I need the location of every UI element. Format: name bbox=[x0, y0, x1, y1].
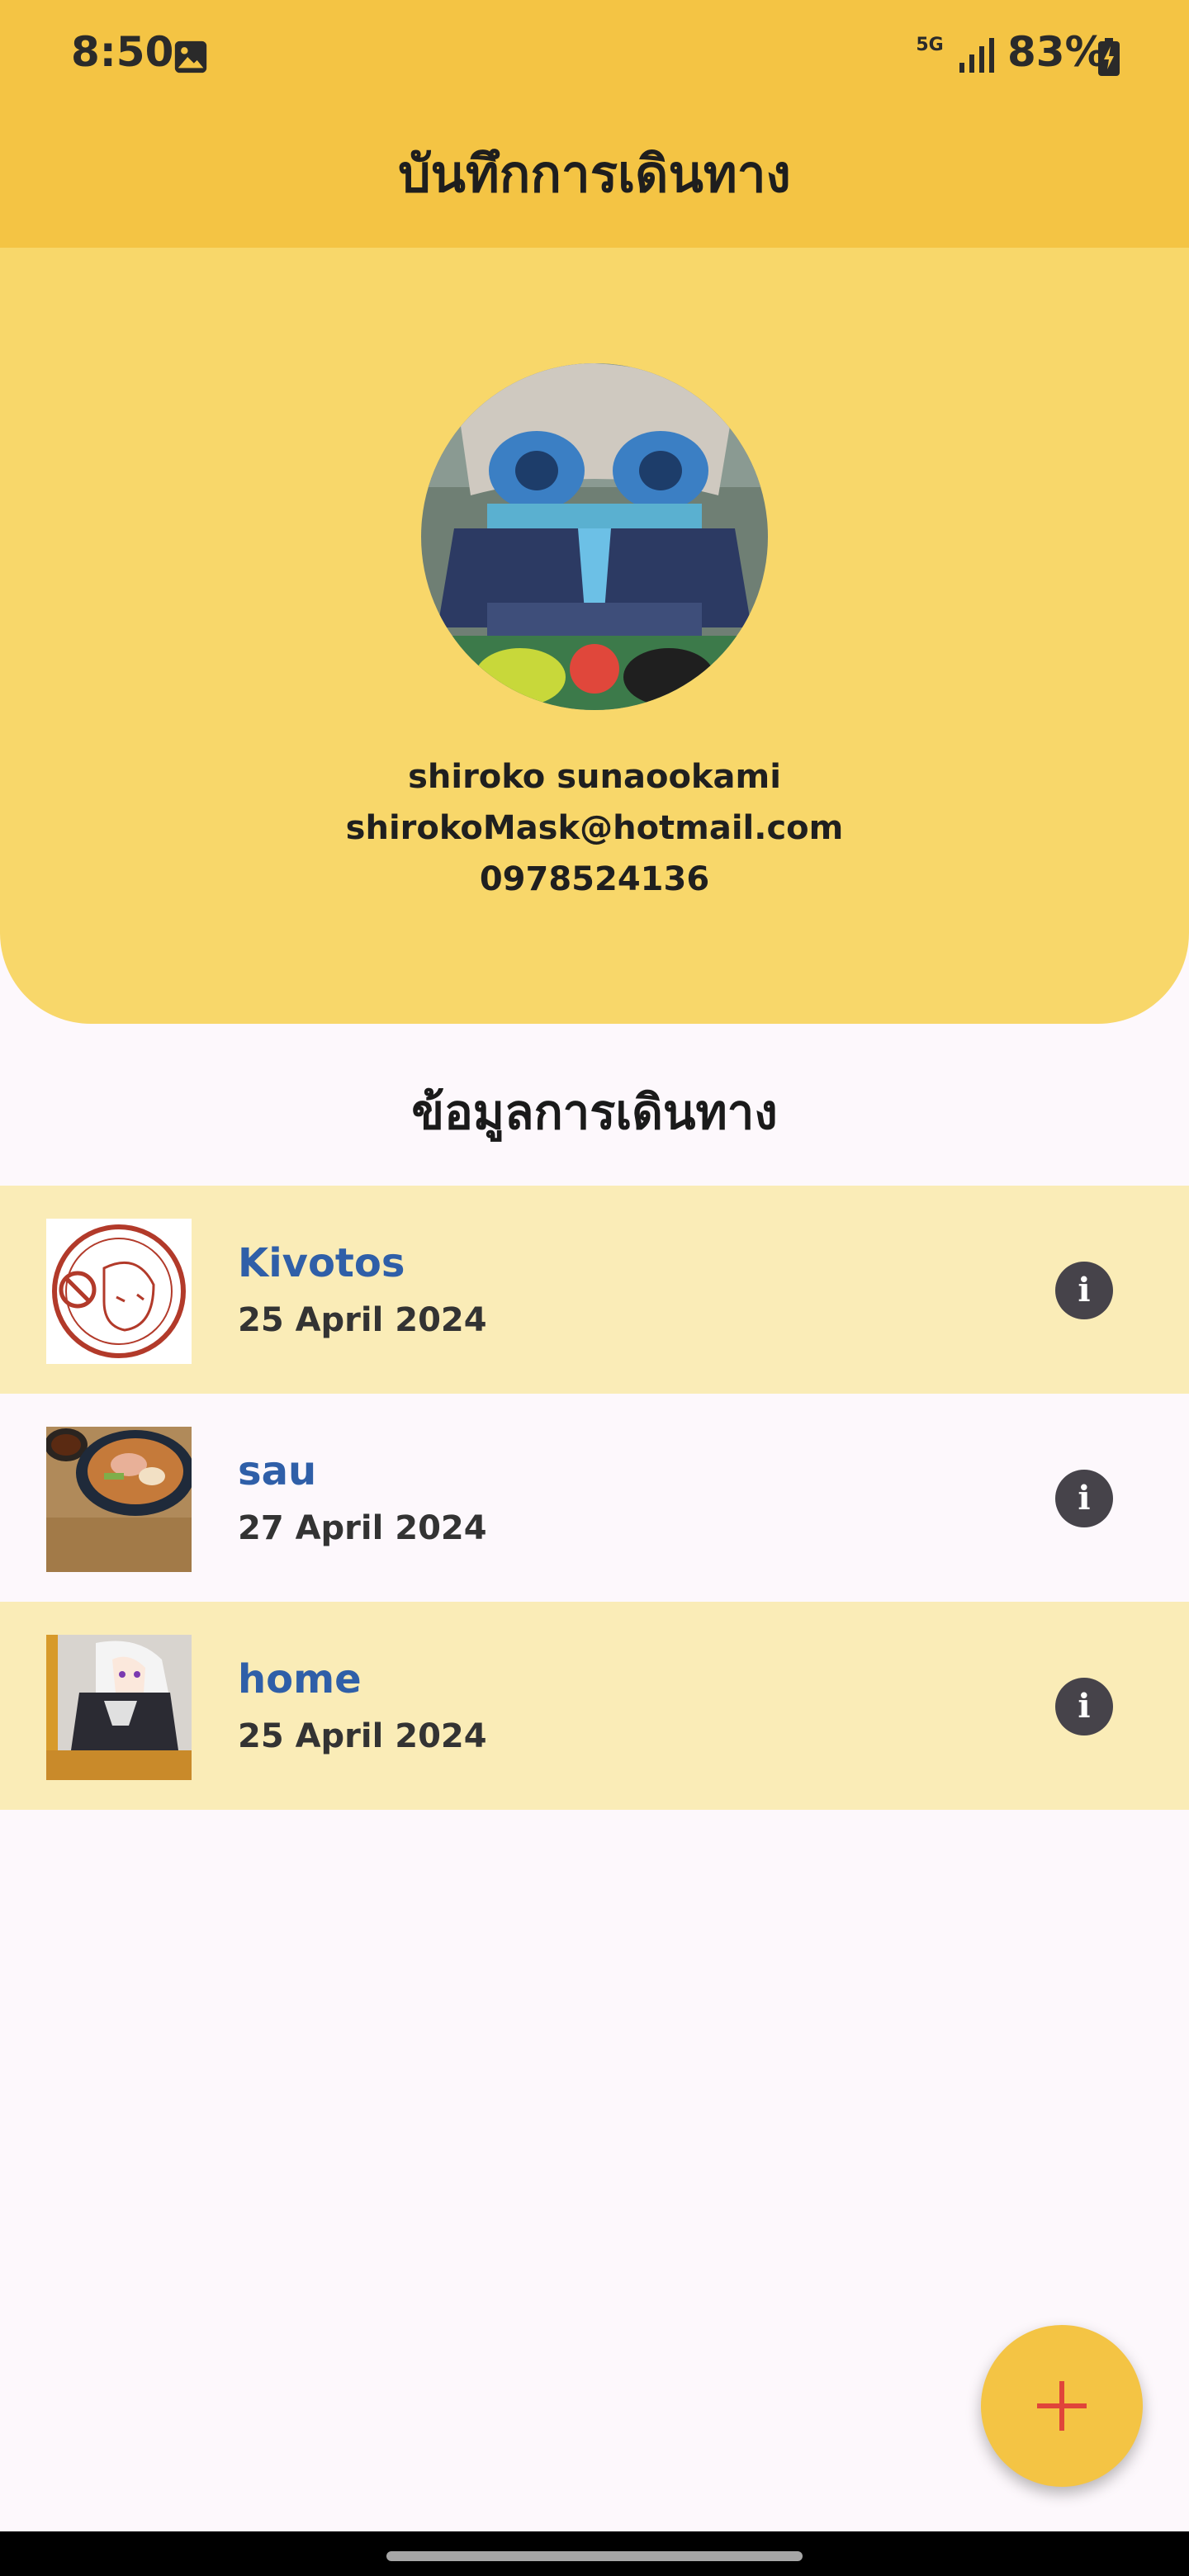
page-title: บันทึกการเดินทาง bbox=[398, 144, 791, 204]
status-time: 8:50 bbox=[71, 28, 174, 76]
list-item[interactable]: sau 27 April 2024 i bbox=[0, 1394, 1189, 1602]
profile-name: shiroko sunaookami bbox=[408, 758, 781, 796]
trip-date: 27 April 2024 bbox=[238, 1509, 487, 1547]
image-icon bbox=[174, 40, 207, 73]
app-bar: 8:50 5G 83% บันทึกการเดินทาง bbox=[0, 0, 1189, 248]
trip-name: Kivotos bbox=[238, 1240, 405, 1286]
profile-panel: shiroko sunaookami shirokoMask@hotmail.c… bbox=[0, 248, 1189, 1024]
signal-icon bbox=[959, 38, 994, 73]
info-icon[interactable]: i bbox=[1055, 1678, 1113, 1735]
trip-name: sau bbox=[238, 1448, 317, 1494]
home-gesture-handle[interactable] bbox=[386, 2551, 803, 2561]
list-item[interactable]: Kivotos 25 April 2024 i bbox=[0, 1186, 1189, 1394]
profile-email: shirokoMask@hotmail.com bbox=[345, 809, 844, 847]
battery-charging-icon bbox=[1098, 38, 1120, 76]
trip-thumbnail bbox=[46, 1635, 192, 1780]
trip-date: 25 April 2024 bbox=[238, 1717, 487, 1755]
info-icon[interactable]: i bbox=[1055, 1470, 1113, 1527]
section-title: ข้อมูลการเดินทาง bbox=[411, 1084, 778, 1140]
battery-percent: 83% bbox=[1007, 28, 1106, 76]
profile-phone: 0978524136 bbox=[479, 860, 710, 898]
system-nav-bar bbox=[0, 2531, 1189, 2576]
info-icon[interactable]: i bbox=[1055, 1262, 1113, 1319]
screen: 8:50 5G 83% บันทึกการเดินทาง shiroko sun… bbox=[0, 0, 1189, 2576]
trip-date: 25 April 2024 bbox=[238, 1301, 487, 1339]
avatar[interactable] bbox=[421, 363, 768, 710]
trip-list: Kivotos 25 April 2024 i sau 27 April 202… bbox=[0, 1186, 1189, 1810]
network-type: 5G bbox=[916, 35, 944, 55]
trip-name: home bbox=[238, 1656, 362, 1702]
list-item[interactable]: home 25 April 2024 i bbox=[0, 1602, 1189, 1810]
trip-thumbnail bbox=[46, 1219, 192, 1364]
trip-thumbnail bbox=[46, 1427, 192, 1572]
plus-icon bbox=[1037, 2381, 1087, 2431]
add-trip-button[interactable] bbox=[981, 2325, 1143, 2487]
